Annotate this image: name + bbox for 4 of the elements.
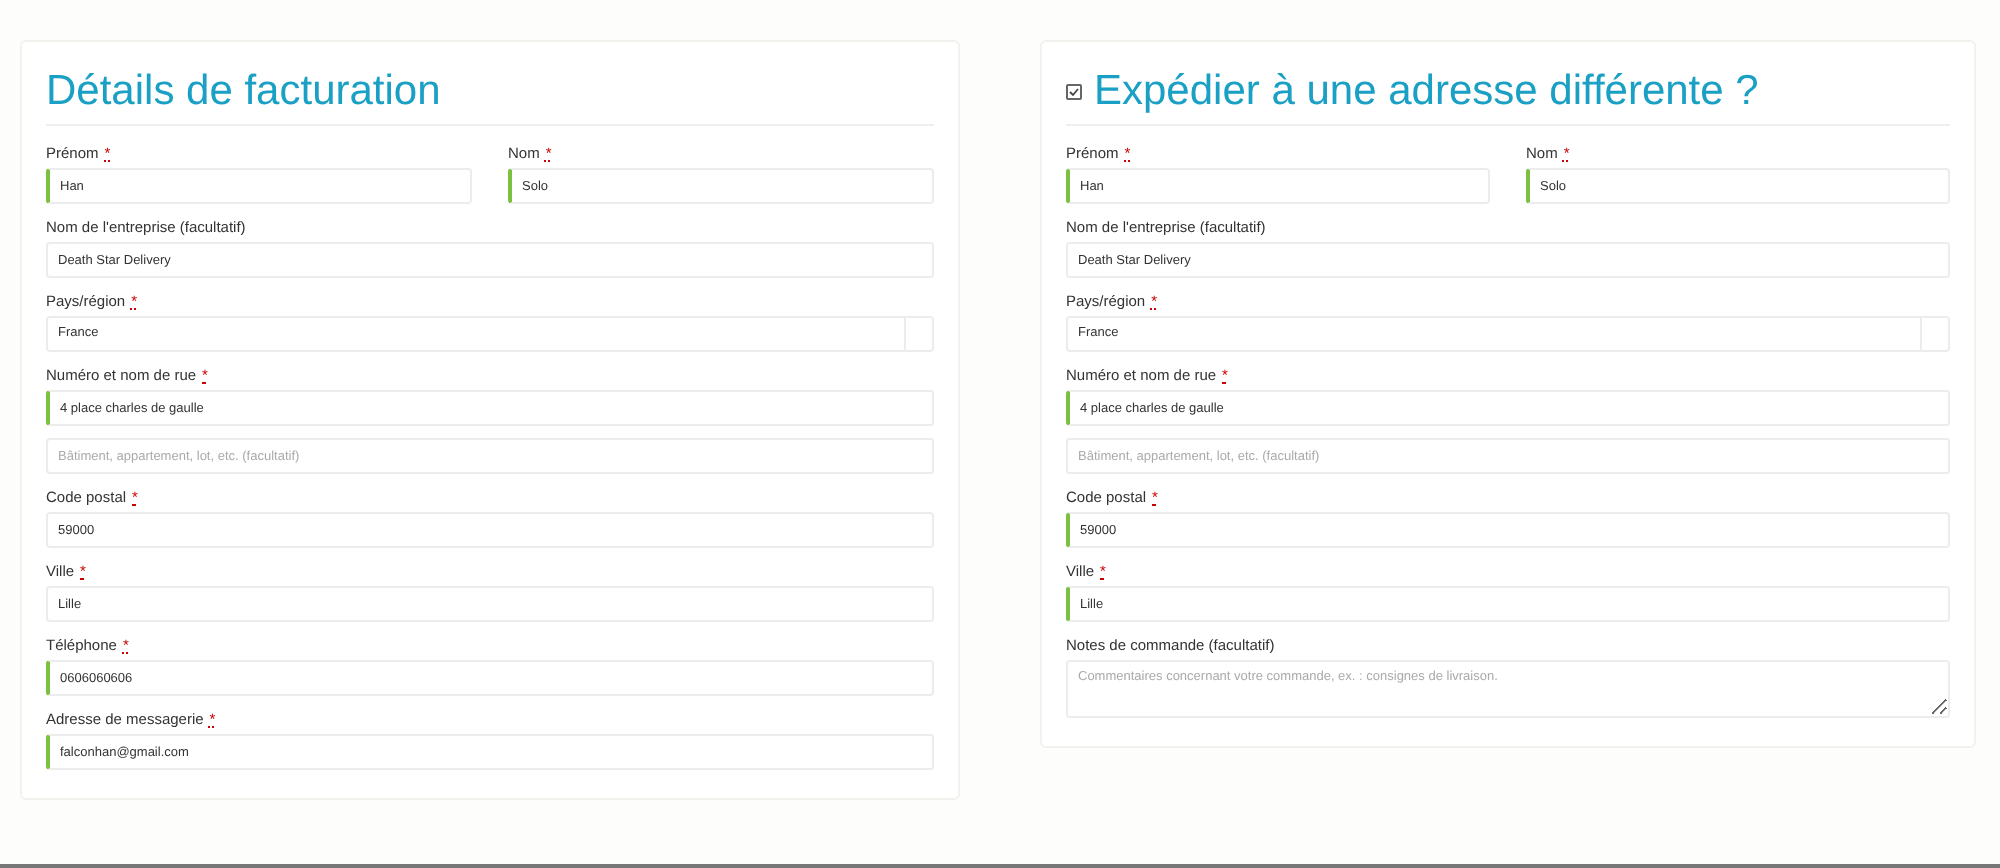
check-icon <box>1068 85 1080 97</box>
checkbox[interactable] <box>1066 83 1082 99</box>
section-title: Expédier à une adresse différente ? <box>1094 70 1759 112</box>
section-title: Détails de facturation <box>46 70 441 112</box>
